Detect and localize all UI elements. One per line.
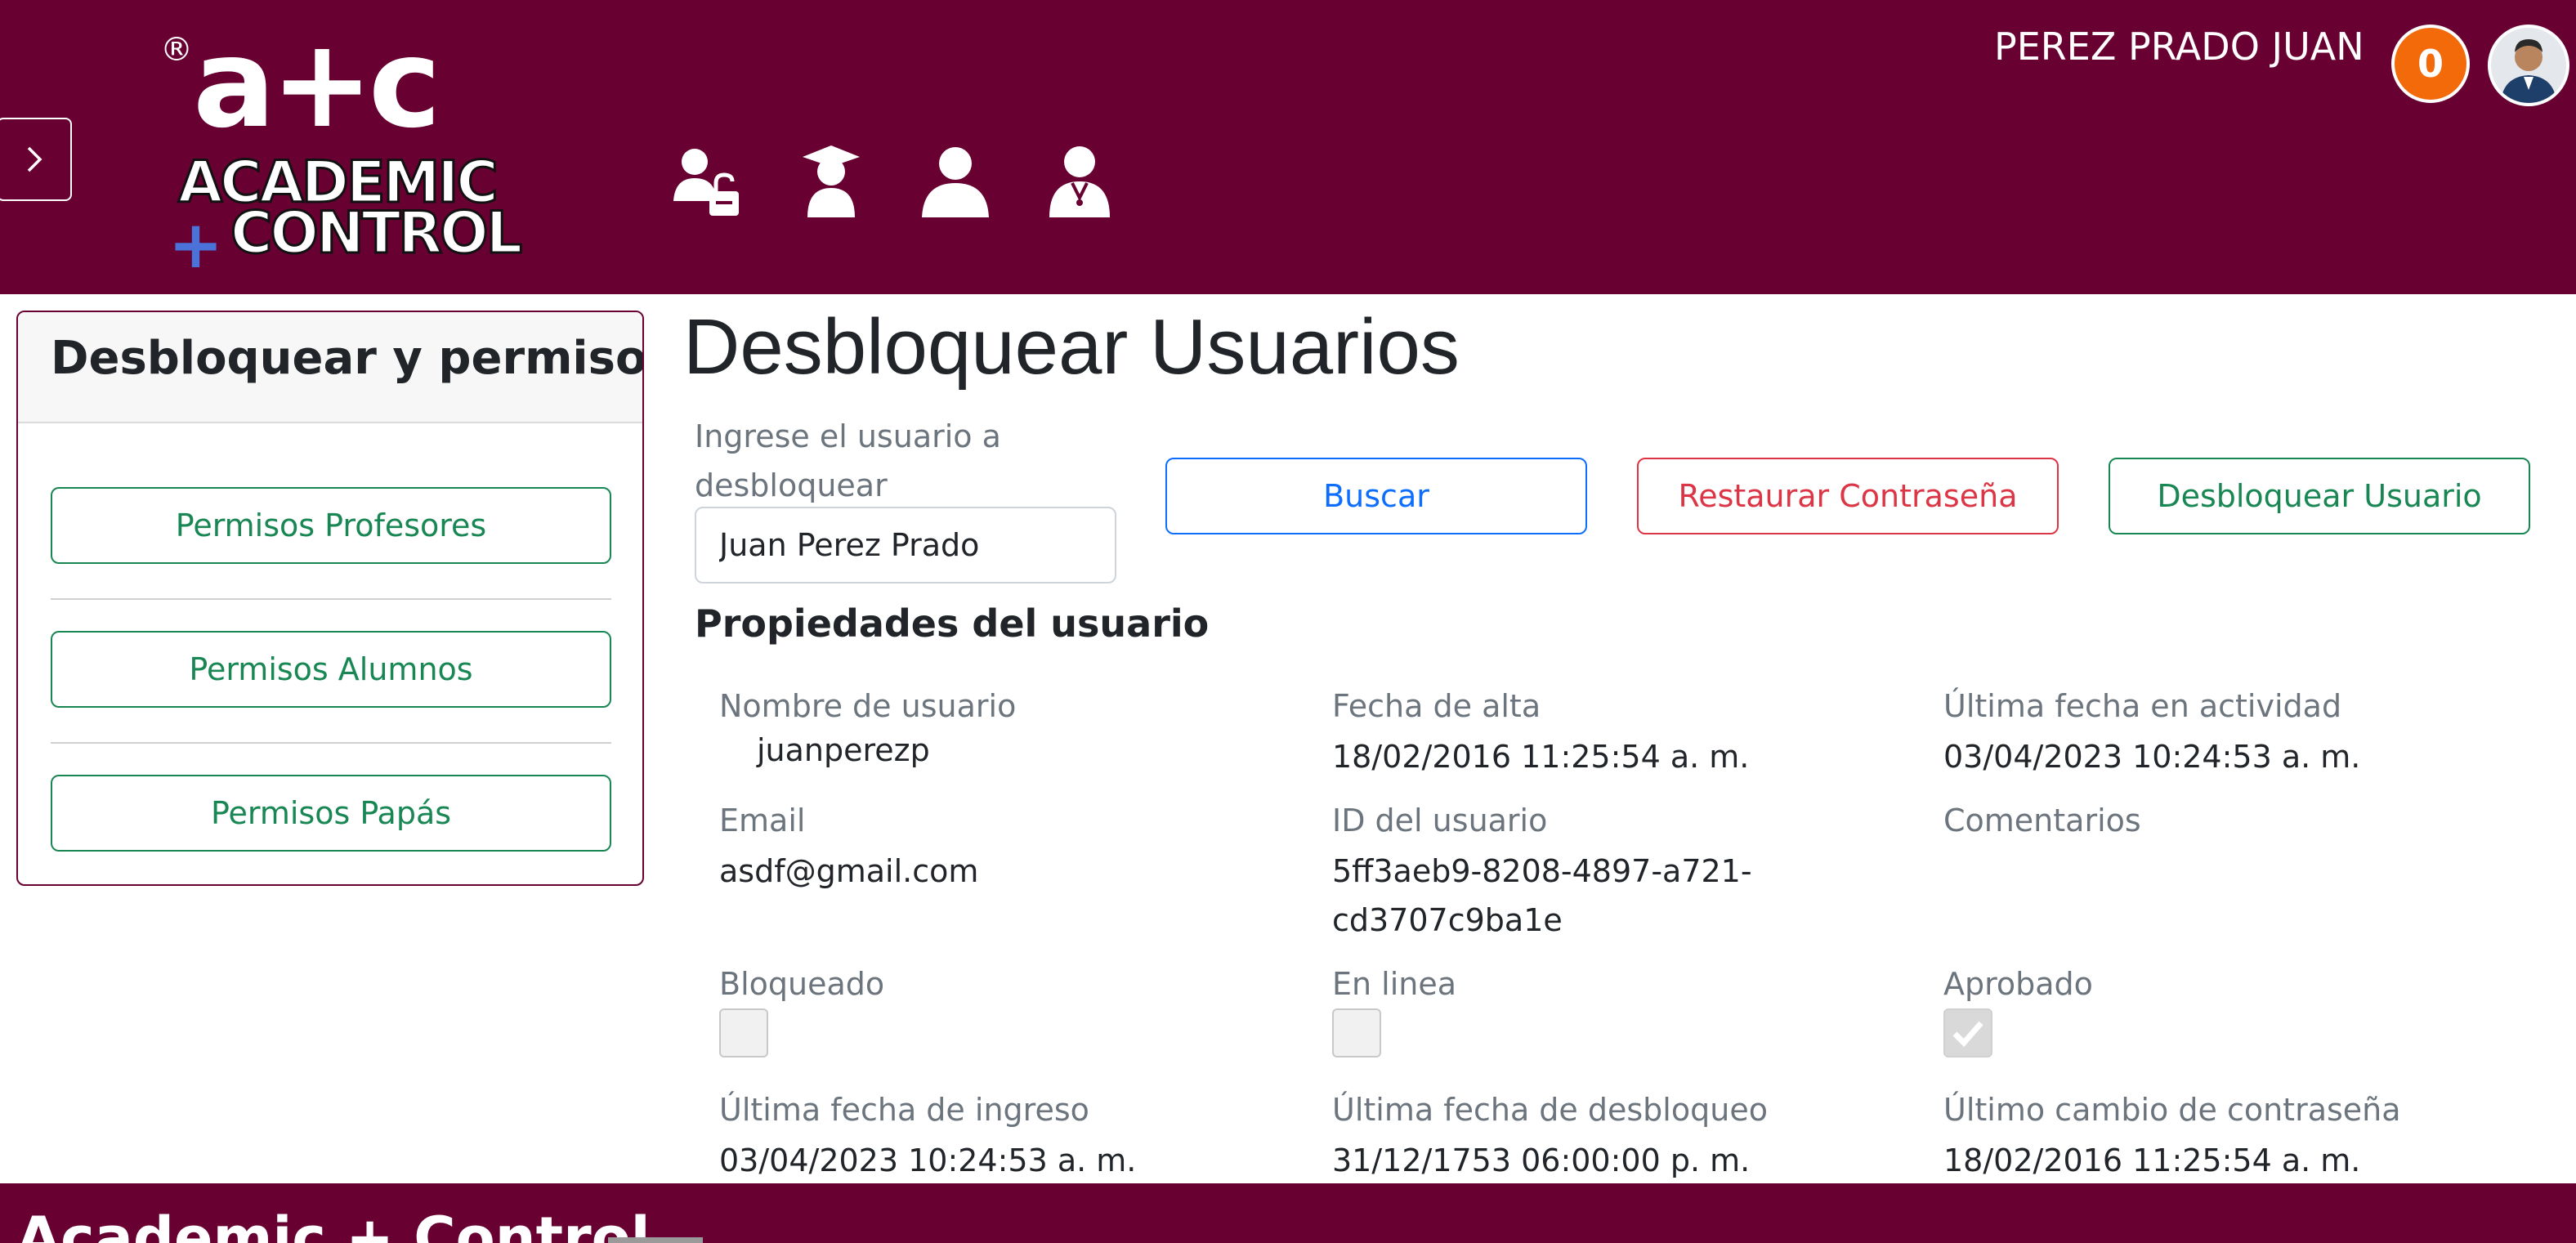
sidebar-title: Desbloquear y permisos: [18, 312, 642, 423]
footer-divider: [608, 1237, 703, 1243]
notification-badge[interactable]: 0: [2391, 25, 2470, 103]
page-title: Desbloquear Usuarios: [683, 303, 1460, 391]
last-unlock-value: 31/12/1753 06:00:00 p. m.: [1332, 1142, 1751, 1178]
approved-label: Aprobado: [1943, 966, 2093, 1002]
created-date-value: 18/02/2016 11:25:54 a. m.: [1332, 739, 1750, 775]
checkmark-icon: [1952, 1021, 1983, 1048]
header-nav-icons: [670, 144, 1116, 219]
page-footer: Academic + Control: [0, 1183, 2576, 1243]
last-unlock-label: Última fecha de desbloqueo: [1332, 1092, 1768, 1128]
approved-checkbox: [1943, 1008, 1992, 1057]
academic-control-logo[interactable]: ® a+c + ACADEMIC CONTROL: [160, 23, 524, 278]
email-label: Email: [719, 803, 806, 838]
footer-brand: Academic + Control: [16, 1205, 651, 1243]
last-activity-label: Última fecha en actividad: [1943, 688, 2342, 724]
avatar[interactable]: [2488, 25, 2569, 106]
unlock-user-icon[interactable]: [670, 144, 744, 219]
last-password-change-value: 18/02/2016 11:25:54 a. m.: [1943, 1142, 2361, 1178]
permisos-papas-button[interactable]: Permisos Papás: [51, 775, 611, 852]
user-photo-icon: [2491, 28, 2566, 103]
created-date-label: Fecha de alta: [1332, 688, 1541, 724]
user-id-value-line1: 5ff3aeb9-8208-4897-a721-: [1332, 853, 1752, 889]
logo-plus-mark: +: [168, 207, 224, 283]
sidebar-divider: [51, 742, 611, 744]
registered-mark: ®: [160, 31, 193, 69]
chevron-right-icon: [27, 146, 42, 172]
search-label: Ingrese el usuario a desbloquear: [695, 418, 1001, 503]
username-value: juanperezp: [757, 732, 930, 768]
student-icon[interactable]: [794, 144, 868, 219]
online-label: En linea: [1332, 966, 1457, 1002]
logo-control-text: CONTROL: [229, 199, 523, 266]
restaurar-contrasena-button[interactable]: Restaurar Contraseña: [1637, 458, 2059, 534]
current-user-name[interactable]: PEREZ PRADO JUAN: [1994, 25, 2364, 69]
email-value: asdf@gmail.com: [719, 853, 979, 889]
last-activity-value: 03/04/2023 10:24:53 a. m.: [1943, 739, 2361, 775]
logo-ac-mark: a+c: [193, 13, 441, 155]
sidebar-divider: [51, 598, 611, 600]
parent-icon[interactable]: [919, 144, 992, 219]
locked-checkbox: [719, 1008, 768, 1057]
user-id-label: ID del usuario: [1332, 803, 1548, 838]
desbloquear-usuario-button[interactable]: Desbloquear Usuario: [2109, 458, 2530, 534]
top-header: ® a+c + ACADEMIC CONTROL PEREZ PRADO JUA…: [0, 0, 2576, 294]
sidebar-toggle-button[interactable]: [0, 118, 72, 201]
last-login-label: Última fecha de ingreso: [719, 1092, 1089, 1128]
buscar-button[interactable]: Buscar: [1165, 458, 1587, 534]
user-id-value-line2: cd3707c9ba1e: [1332, 902, 1563, 938]
sidebar-card: Desbloquear y permisos Permisos Profesor…: [16, 311, 644, 886]
locked-label: Bloqueado: [719, 966, 885, 1002]
last-login-value: 03/04/2023 10:24:53 a. m.: [719, 1142, 1137, 1178]
permisos-alumnos-button[interactable]: Permisos Alumnos: [51, 631, 611, 708]
user-search-input[interactable]: [695, 507, 1116, 583]
properties-title: Propiedades del usuario: [695, 601, 1210, 646]
last-password-change-label: Último cambio de contraseña: [1943, 1092, 2401, 1128]
online-checkbox: [1332, 1008, 1381, 1057]
comments-label: Comentarios: [1943, 803, 2141, 838]
teacher-icon[interactable]: [1043, 144, 1116, 219]
permisos-profesores-button[interactable]: Permisos Profesores: [51, 487, 611, 564]
username-label: Nombre de usuario: [719, 688, 1017, 724]
